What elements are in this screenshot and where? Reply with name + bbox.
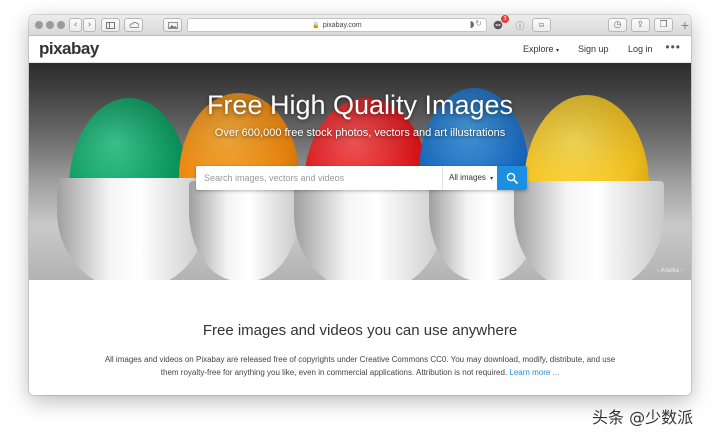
search-bar: All images ▾: [196, 166, 527, 190]
browser-toolbar: ‹ › 🔒 pixabay.com ↻ ◗ 3 ⓘ ⊟ ◷ ⇪ ❐ +: [29, 15, 691, 36]
address-text: pixabay.com: [322, 21, 362, 29]
info-icon: ⓘ: [515, 21, 525, 32]
back-icon: ‹: [73, 20, 78, 30]
share-icon: ⇪: [636, 20, 645, 30]
icloud-tabs-button[interactable]: [124, 18, 143, 32]
site-header: pixabay Explore ▾ Sign up Log in •••: [29, 36, 691, 63]
chevron-down-icon: ▾: [490, 175, 494, 182]
tabs-icon: ❐: [659, 20, 668, 30]
tabs-button[interactable]: ❐: [654, 18, 673, 32]
reader-icon: ⊟: [538, 21, 545, 29]
search-icon: [506, 172, 518, 184]
photo-credit[interactable]: ‹ Anelka ›: [657, 267, 683, 274]
search-input[interactable]: [196, 166, 442, 190]
chevron-left-icon: ‹: [656, 267, 660, 274]
browser-window: ‹ › 🔒 pixabay.com ↻ ◗ 3 ⓘ ⊟ ◷ ⇪ ❐ + pixa…: [29, 15, 691, 395]
intro-text: All images and videos on Pixabay are rel…: [95, 353, 625, 379]
chevron-right-icon: ›: [680, 267, 683, 274]
media-type-label: All images: [449, 173, 486, 182]
hero-subtitle: Over 600,000 free stock photos, vectors …: [214, 127, 506, 139]
shield-button[interactable]: ◗: [464, 18, 480, 32]
back-button[interactable]: ‹: [69, 18, 82, 32]
sidebar-button[interactable]: [101, 18, 120, 32]
forward-button[interactable]: ›: [83, 18, 96, 32]
address-bar[interactable]: 🔒 pixabay.com ↻: [187, 18, 487, 32]
intro-title: Free images and videos you can use anywh…: [202, 322, 518, 339]
new-tab-icon[interactable]: +: [679, 18, 691, 33]
signup-link[interactable]: Sign up: [578, 44, 609, 54]
login-link[interactable]: Log in: [628, 44, 653, 54]
hero-banner: Free High Quality Images Over 600,000 fr…: [29, 63, 691, 280]
sidebar-icon: [106, 21, 115, 29]
minimize-window-button[interactable]: [46, 21, 54, 29]
icloud-icon: [128, 22, 139, 28]
forward-icon: ›: [87, 20, 92, 30]
watermark-text: 头条 @少数派: [592, 408, 694, 427]
search-button[interactable]: [497, 166, 527, 190]
photo-credit-author: Anelka: [660, 268, 679, 274]
reader-button[interactable]: ⊟: [532, 18, 551, 32]
share-button[interactable]: ⇪: [631, 18, 650, 32]
close-window-button[interactable]: [35, 21, 43, 29]
explore-menu[interactable]: Explore ▾: [523, 44, 559, 54]
shield-icon: ◗: [469, 20, 475, 30]
pixabay-logo[interactable]: pixabay: [39, 39, 99, 59]
hero-title: Free High Quality Images: [206, 90, 514, 120]
history-button[interactable]: ◷: [608, 18, 627, 32]
lock-icon: 🔒: [312, 21, 320, 29]
info-button[interactable]: ⓘ: [513, 18, 527, 32]
photo-button[interactable]: [163, 18, 182, 32]
photo-icon: [167, 21, 178, 29]
chevron-down-icon: ▾: [556, 47, 560, 54]
learn-more-link[interactable]: Learn more ...: [509, 368, 559, 377]
history-icon: ◷: [613, 20, 622, 30]
extension-button[interactable]: 3: [490, 15, 509, 32]
notification-badge: 3: [501, 15, 509, 23]
intro-section: Free images and videos you can use anywh…: [29, 280, 691, 395]
more-menu-icon[interactable]: •••: [665, 40, 681, 54]
explore-label: Explore: [523, 44, 554, 54]
media-type-select[interactable]: All images ▾: [442, 166, 497, 190]
zoom-window-button[interactable]: [57, 21, 65, 29]
